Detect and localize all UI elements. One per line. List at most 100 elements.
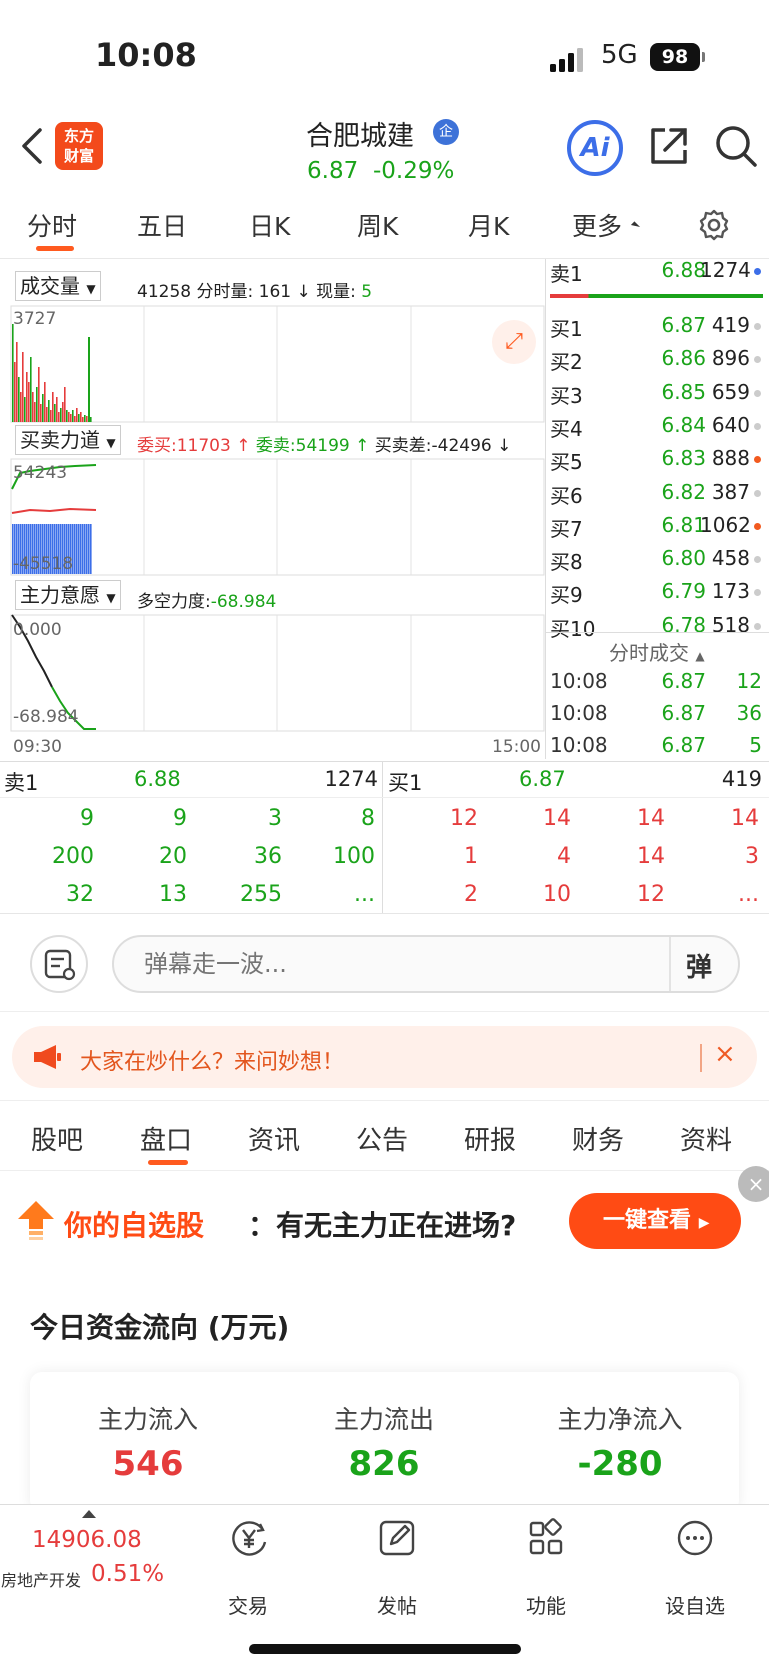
tab-week-k[interactable]: 周K — [357, 207, 398, 243]
bid-queue-cell: ... — [738, 882, 759, 907]
volume-bar — [38, 367, 40, 422]
search-icon[interactable] — [714, 124, 758, 168]
bid-level-volume[interactable]: 896 — [700, 346, 750, 370]
volume-bar — [70, 414, 72, 422]
nav-trade[interactable]: 交易 — [203, 1590, 293, 1619]
volume-bar — [50, 410, 52, 422]
index-expand-caret-icon[interactable] — [82, 1510, 96, 1518]
bid-level-dot — [754, 489, 761, 497]
ad-close-icon[interactable]: × — [738, 1166, 769, 1202]
trades-title[interactable]: 分时成交 ▲ — [609, 637, 705, 666]
share-icon[interactable] — [647, 124, 691, 168]
tab-fenshi[interactable]: 分时 — [27, 207, 77, 243]
expand-chart-icon[interactable]: ⤢ — [492, 320, 536, 364]
nav-functions[interactable]: 功能 — [501, 1590, 591, 1619]
bid-level-price[interactable]: 6.85 — [630, 380, 706, 404]
queue-bid-price: 6.87 — [519, 767, 566, 791]
bid-level-volume[interactable]: 387 — [700, 480, 750, 504]
intent-indicator-select[interactable]: 主力意愿 ▼ — [15, 580, 121, 610]
bid-level-label[interactable]: 买5 — [550, 446, 583, 475]
section-tab-profile[interactable]: 资料 — [680, 1120, 732, 1157]
bid-level-label[interactable]: 买7 — [550, 513, 583, 542]
bid-level-price[interactable]: 6.81 — [630, 513, 706, 537]
force-indicator-select[interactable]: 买卖力道 ▼ — [15, 425, 121, 455]
section-tab-pankou[interactable]: 盘口 — [140, 1120, 192, 1157]
volume-info: 41258 分时量: 161 ↓ 现量: 5 — [137, 277, 372, 302]
time-end-label: 15:00 — [492, 737, 541, 757]
bid-level-volume[interactable]: 659 — [700, 380, 750, 404]
bid-level-volume[interactable]: 888 — [700, 446, 750, 470]
ask-level-price[interactable]: 6.88 — [630, 258, 706, 282]
note-settings-icon[interactable] — [30, 935, 88, 993]
bid-level-price[interactable]: 6.80 — [630, 546, 706, 570]
bid-level-dot — [754, 356, 761, 364]
bid-level-volume[interactable]: 419 — [700, 313, 750, 337]
bid-level-label[interactable]: 买6 — [550, 480, 583, 509]
ask-level-label[interactable]: 卖1 — [550, 258, 583, 287]
volume-bar — [82, 417, 84, 422]
comment-divider — [0, 1011, 769, 1012]
promo-close-icon[interactable]: × — [714, 1039, 736, 1069]
bid-level-volume[interactable]: 518 — [700, 613, 750, 637]
tab-month-k[interactable]: 月K — [468, 207, 509, 243]
flow-value-outflow: 826 — [348, 1444, 420, 1484]
section-tab-guba[interactable]: 股吧 — [31, 1120, 83, 1157]
nav-add-watchlist[interactable]: 设自选 — [650, 1590, 740, 1619]
volume-bar — [44, 382, 46, 422]
bid-level-label[interactable]: 买8 — [550, 546, 583, 575]
ad-check-button[interactable]: 一键查看 ▶ — [569, 1193, 741, 1249]
intent-info: 多空力度:-68.984 — [137, 587, 276, 612]
tab-wuri[interactable]: 五日 — [137, 207, 187, 243]
up-arrow-icon: ↑ — [349, 436, 375, 456]
bid-level-label[interactable]: 买9 — [550, 579, 583, 608]
bid-level-price[interactable]: 6.79 — [630, 579, 706, 603]
volume-bar — [60, 408, 62, 422]
back-icon[interactable] — [18, 126, 48, 166]
more-dots-icon[interactable] — [675, 1518, 715, 1558]
intraday-chart — [10, 305, 545, 732]
nav-post[interactable]: 发帖 — [352, 1590, 442, 1619]
section-tab-finance[interactable]: 财务 — [572, 1120, 624, 1157]
functions-grid-icon[interactable] — [526, 1518, 566, 1558]
bid-level-label[interactable]: 买4 — [550, 413, 583, 442]
volume-bar — [42, 394, 44, 422]
promo-text: 大家在炒什么？来问妙想！ — [80, 1050, 345, 1075]
bid-level-volume[interactable]: 640 — [700, 413, 750, 437]
ask-level-volume[interactable]: 1274 — [700, 258, 751, 282]
bid-level-volume[interactable]: 173 — [700, 579, 750, 603]
bid-level-label[interactable]: 买2 — [550, 346, 583, 375]
bid-level-dot — [754, 456, 761, 464]
bid-level-volume[interactable]: 458 — [700, 546, 750, 570]
bid-level-label[interactable]: 买3 — [550, 380, 583, 409]
bid-level-price[interactable]: 6.78 — [630, 613, 706, 637]
bid-level-label[interactable]: 买10 — [550, 613, 595, 642]
bid-level-label[interactable]: 买1 — [550, 313, 583, 342]
tab-day-k[interactable]: 日K — [249, 207, 290, 243]
danmu-input[interactable] — [112, 935, 740, 993]
volume-bar — [72, 410, 74, 422]
ask-value: 54199 — [295, 436, 350, 456]
bid-level-price[interactable]: 6.82 — [630, 480, 706, 504]
bid-level-volume[interactable]: 1062 — [700, 513, 751, 537]
tab-more[interactable]: 更多 — [572, 207, 622, 243]
danmu-button[interactable]: 弹 — [686, 947, 712, 984]
trade-price: 6.87 — [661, 701, 706, 725]
bid-level-price[interactable]: 6.87 — [630, 313, 706, 337]
volume-indicator-select[interactable]: 成交量 ▼ — [15, 271, 101, 301]
app-logo[interactable]: 东方 财富 — [55, 122, 103, 170]
index-change: 0.51% — [91, 1561, 165, 1587]
ai-button[interactable]: Ai — [567, 120, 623, 176]
section-tab-notice[interactable]: 公告 — [356, 1120, 408, 1157]
bid-level-price[interactable]: 6.86 — [630, 346, 706, 370]
post-edit-icon[interactable] — [377, 1518, 417, 1558]
bid-level-price[interactable]: 6.84 — [630, 413, 706, 437]
orderbook-divider — [545, 259, 546, 759]
section-tab-news[interactable]: 资讯 — [248, 1120, 300, 1157]
bid-level-dot — [754, 323, 761, 330]
ad-highlight: 你的自选股 — [64, 1209, 205, 1242]
trade-yen-icon[interactable] — [229, 1518, 269, 1558]
settings-gear-icon[interactable] — [697, 208, 731, 242]
index-value[interactable]: 14906.08 — [32, 1527, 142, 1553]
section-tab-research[interactable]: 研报 — [464, 1120, 516, 1157]
bid-level-price[interactable]: 6.83 — [630, 446, 706, 470]
